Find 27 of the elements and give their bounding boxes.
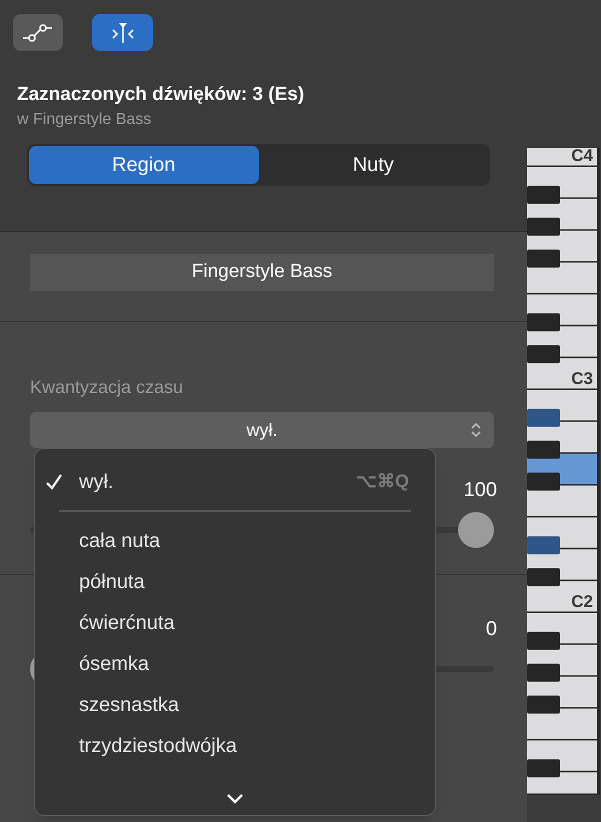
slider-value: 100 <box>464 478 497 502</box>
toolbar-button[interactable] <box>92 14 153 51</box>
key-label: C3 <box>571 369 593 388</box>
menu-item[interactable]: ósemka <box>35 643 435 684</box>
field-label: Kwantyzacja czasu <box>30 376 184 399</box>
menu-item[interactable]: cała nuta <box>35 520 435 561</box>
menu-item[interactable]: wył. ⌥⌘Q <box>35 461 435 502</box>
up-down-chevron-icon <box>470 422 482 438</box>
selection-subtitle: w Fingerstyle Bass <box>17 110 152 130</box>
slider-value: 0 <box>486 617 497 641</box>
segment-tab[interactable]: Nuty <box>258 146 488 184</box>
menu-item[interactable]: trzydziestodwójka <box>35 725 435 766</box>
menu-item[interactable]: półnuta <box>35 561 435 602</box>
key-label: C4 <box>571 148 593 165</box>
segment-tab[interactable]: Region <box>29 146 258 184</box>
menu-item[interactable]: ćwierćnuta <box>35 602 435 643</box>
toolbar-button[interactable] <box>13 14 63 51</box>
shortcut-text: ⌥⌘Q <box>356 470 409 493</box>
slider-thumb[interactable] <box>458 512 494 548</box>
chevron-down-icon <box>226 793 244 805</box>
quantize-dropdown[interactable]: wył. <box>30 412 494 448</box>
selection-title: Zaznaczonych dźwięków: 3 (Es) <box>17 83 306 107</box>
region-name-field[interactable]: Fingerstyle Bass <box>30 254 494 291</box>
checkmark-icon <box>45 472 63 490</box>
key-label: C2 <box>571 592 593 611</box>
menu-item[interactable]: szesnastka <box>35 684 435 725</box>
curve-icon <box>21 22 55 42</box>
